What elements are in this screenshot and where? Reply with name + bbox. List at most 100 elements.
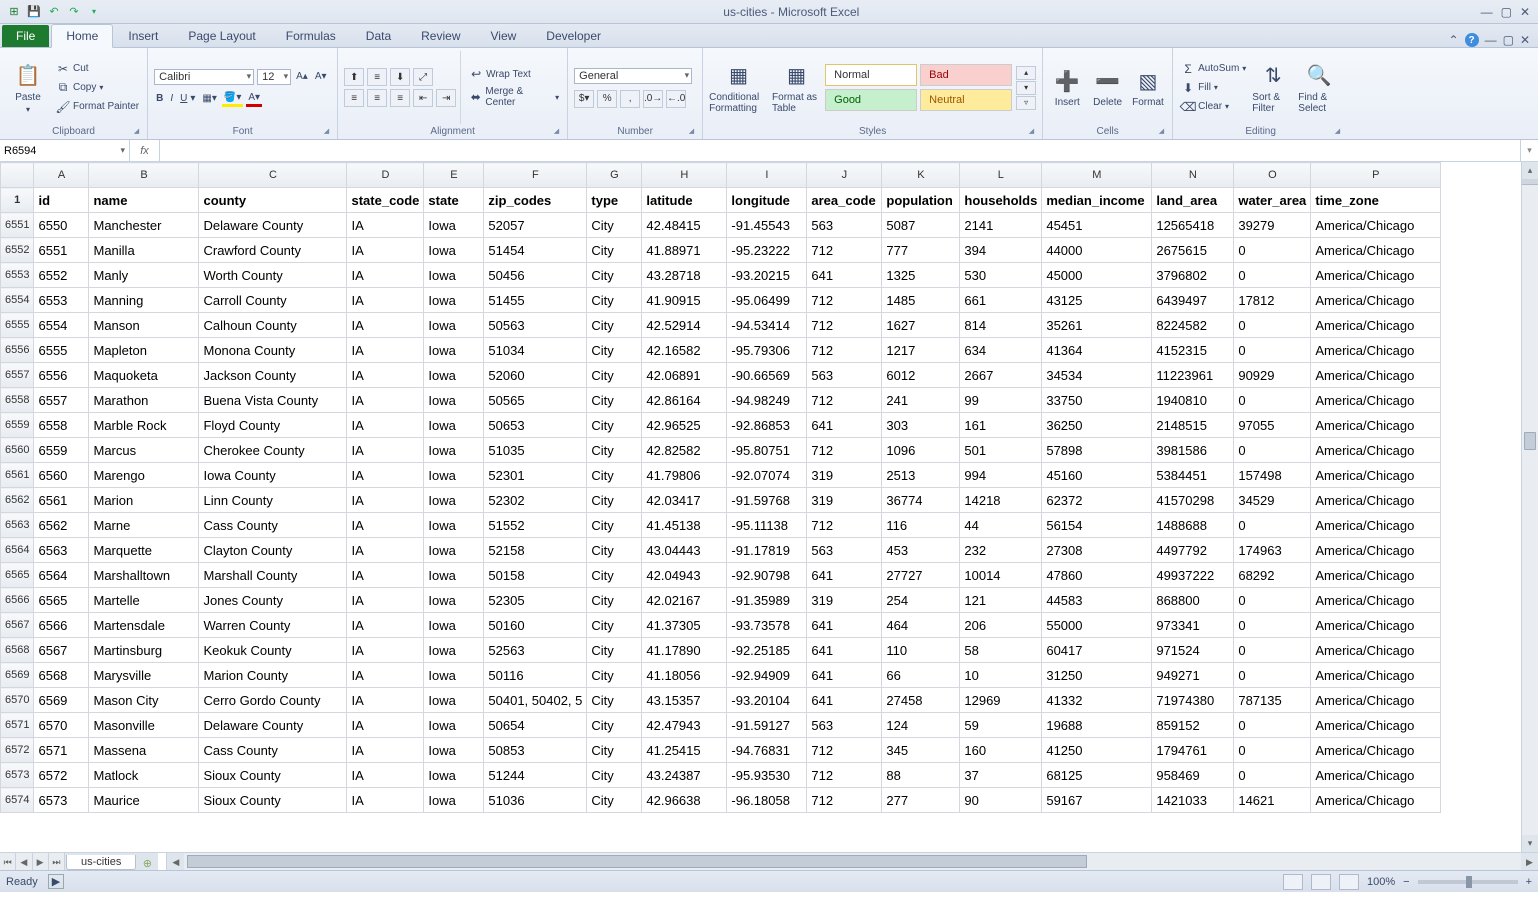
cell[interactable]: 42.96525 (642, 413, 727, 438)
row-header[interactable]: 6569 (1, 663, 34, 688)
cell[interactable]: 45451 (1042, 213, 1152, 238)
comma-button[interactable]: , (620, 90, 640, 108)
styles-scroll-up[interactable]: ▴ (1016, 66, 1036, 80)
cell[interactable]: City (587, 513, 642, 538)
row-header[interactable]: 6565 (1, 563, 34, 588)
cell[interactable]: 6569 (34, 688, 89, 713)
cell[interactable]: IA (347, 413, 424, 438)
shrink-font-button[interactable]: A▾ (313, 70, 329, 83)
sheet-nav-last[interactable]: ⏭ (49, 853, 65, 870)
styles-scroll-down[interactable]: ▾ (1016, 81, 1036, 95)
cell[interactable]: Cass County (199, 738, 347, 763)
cell[interactable]: 157498 (1234, 463, 1311, 488)
styles-more[interactable]: ▿ (1016, 96, 1036, 110)
cell[interactable]: 0 (1234, 663, 1311, 688)
cell[interactable]: Manilla (89, 238, 199, 263)
cell[interactable]: 0 (1234, 238, 1311, 263)
cell[interactable]: 41.45138 (642, 513, 727, 538)
wrap-text-button[interactable]: ↩Wrap Text (467, 66, 561, 82)
cell[interactable]: 971524 (1152, 638, 1234, 663)
cell[interactable]: 712 (807, 338, 882, 363)
column-header[interactable]: B (89, 163, 199, 188)
cell[interactable]: Marne (89, 513, 199, 538)
cell[interactable]: 5087 (882, 213, 960, 238)
cell[interactable]: 116 (882, 513, 960, 538)
cell[interactable]: time_zone (1311, 188, 1441, 213)
cell[interactable]: IA (347, 638, 424, 663)
cell[interactable]: Iowa (424, 363, 484, 388)
cell[interactable]: latitude (642, 188, 727, 213)
cell[interactable]: IA (347, 438, 424, 463)
cell[interactable]: -92.07074 (727, 463, 807, 488)
sort-filter-button[interactable]: ⇅Sort & Filter (1252, 51, 1294, 124)
cell[interactable]: IA (347, 363, 424, 388)
cell[interactable]: 0 (1234, 613, 1311, 638)
cell[interactable]: City (587, 788, 642, 813)
restore-button[interactable]: ▢ (1501, 5, 1512, 19)
cell[interactable]: Iowa (424, 663, 484, 688)
cell[interactable]: 34534 (1042, 363, 1152, 388)
cell[interactable]: City (587, 438, 642, 463)
cell[interactable]: 41.25415 (642, 738, 727, 763)
cell[interactable]: type (587, 188, 642, 213)
cell[interactable]: Cerro Gordo County (199, 688, 347, 713)
cell[interactable]: 50654 (484, 713, 587, 738)
cell[interactable]: 994 (960, 463, 1042, 488)
vertical-scrollbar[interactable]: ▴ ▾ (1521, 162, 1538, 852)
cell[interactable]: Cass County (199, 513, 347, 538)
row-header[interactable]: 6567 (1, 613, 34, 638)
cell[interactable]: 51036 (484, 788, 587, 813)
row-header[interactable]: 6570 (1, 688, 34, 713)
scroll-up-button[interactable]: ▴ (1522, 162, 1538, 179)
cell[interactable]: 42.03417 (642, 488, 727, 513)
row-header[interactable]: 6563 (1, 513, 34, 538)
normal-view-button[interactable] (1283, 874, 1303, 890)
cell[interactable]: 35261 (1042, 313, 1152, 338)
cell[interactable]: City (587, 563, 642, 588)
cell[interactable]: -91.17819 (727, 538, 807, 563)
zoom-handle[interactable] (1466, 876, 1472, 888)
cell[interactable]: America/Chicago (1311, 513, 1441, 538)
italic-button[interactable]: I (168, 92, 175, 105)
cell[interactable]: 42.47943 (642, 713, 727, 738)
cell[interactable]: 6567 (34, 638, 89, 663)
column-header[interactable] (1, 163, 34, 188)
cell[interactable]: 27458 (882, 688, 960, 713)
cell[interactable]: IA (347, 688, 424, 713)
tab-home[interactable]: Home (51, 24, 113, 48)
cell[interactable]: 49937222 (1152, 563, 1234, 588)
cell[interactable]: Martinsburg (89, 638, 199, 663)
align-center-button[interactable]: ≡ (367, 89, 387, 107)
cell[interactable]: 27727 (882, 563, 960, 588)
cell[interactable]: 51454 (484, 238, 587, 263)
merge-center-button[interactable]: ⬌Merge & Center▾ (467, 85, 561, 109)
cell[interactable]: 814 (960, 313, 1042, 338)
cell[interactable]: 232 (960, 538, 1042, 563)
cell[interactable]: Monona County (199, 338, 347, 363)
cell[interactable]: Iowa (424, 538, 484, 563)
cell[interactable]: 33750 (1042, 388, 1152, 413)
cell[interactable]: 44583 (1042, 588, 1152, 613)
column-header[interactable]: J (807, 163, 882, 188)
cell[interactable]: 464 (882, 613, 960, 638)
cell[interactable]: 36250 (1042, 413, 1152, 438)
cell[interactable]: median_income (1042, 188, 1152, 213)
cell[interactable]: 6550 (34, 213, 89, 238)
cell[interactable]: 41.88971 (642, 238, 727, 263)
sheet-nav-next[interactable]: ▶ (33, 853, 49, 870)
cell[interactable]: 59 (960, 713, 1042, 738)
cell[interactable]: Marshalltown (89, 563, 199, 588)
cell[interactable]: 52158 (484, 538, 587, 563)
cell[interactable]: America/Chicago (1311, 688, 1441, 713)
cell[interactable]: 55000 (1042, 613, 1152, 638)
cell[interactable]: 50456 (484, 263, 587, 288)
cell[interactable]: 10014 (960, 563, 1042, 588)
cell[interactable]: 42.96638 (642, 788, 727, 813)
cell[interactable]: 0 (1234, 388, 1311, 413)
cell[interactable]: America/Chicago (1311, 763, 1441, 788)
cell[interactable]: 1421033 (1152, 788, 1234, 813)
align-bottom-button[interactable]: ⬇ (390, 68, 410, 86)
cell[interactable]: 6557 (34, 388, 89, 413)
fill-button[interactable]: ⬇Fill▾ (1179, 80, 1248, 96)
row-header[interactable]: 6551 (1, 213, 34, 238)
